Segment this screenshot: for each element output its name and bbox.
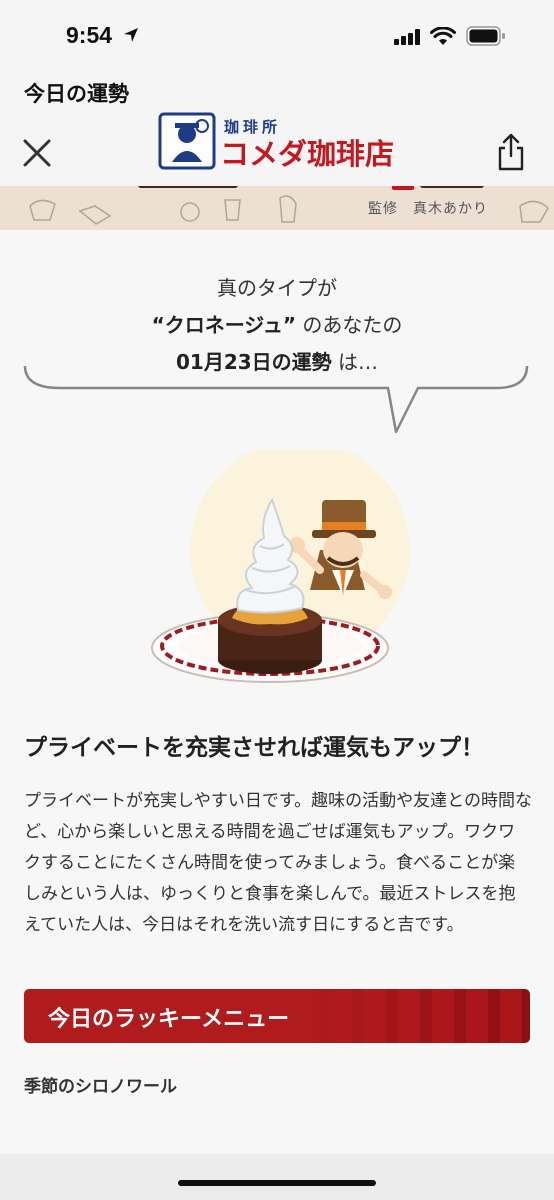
cellular-signal-icon (394, 29, 420, 45)
bottom-safe-area (0, 1154, 554, 1200)
location-arrow-icon (124, 28, 138, 42)
lucky-menu-title: 今日のラッキーメニュー (48, 1007, 290, 1032)
close-icon[interactable] (20, 136, 54, 170)
shiro-noir-illustration (151, 450, 410, 683)
fortune-content: 真のタイプが “クロネージュ” のあなたの 01月23日の運勢 は… プライベー… (0, 230, 554, 1154)
status-bar: 9:54 (0, 0, 554, 64)
page-title: 今日の運勢 (24, 82, 129, 106)
intro-line-2-suffix: のあなたの (296, 313, 403, 337)
logo-subtext: 珈琲所 (224, 118, 281, 136)
speech-bubble-outline (23, 365, 529, 434)
type-name: “クロネージュ” (151, 313, 297, 337)
fortune-banner: 監修 真木あかり (0, 186, 554, 230)
home-indicator[interactable] (178, 1180, 376, 1186)
intro-line-2: “クロネージュ” のあなたの (0, 307, 554, 344)
battery-icon (466, 26, 505, 46)
lucky-menu-header: 今日のラッキーメニュー (24, 989, 530, 1043)
wifi-icon (430, 27, 456, 45)
share-icon[interactable] (494, 132, 528, 172)
app-header: 今日の運勢 珈琲所 コメダ珈琲店 (0, 64, 554, 186)
supervisor-credit: 監修 真木あかり (368, 201, 488, 217)
fortune-body: プライベートが充実しやすい日です。趣味の活動や友達との時間など、心から楽しいと思… (24, 791, 532, 935)
fortune-headline: プライベートを充実させれば運気もアップ！ (24, 735, 484, 761)
status-time: 9:54 (66, 22, 113, 48)
intro-line-1: 真のタイプが (217, 276, 337, 300)
logo-text: コメダ珈琲店 (220, 137, 394, 171)
komeda-logo: 珈琲所 コメダ珈琲店 (158, 112, 394, 171)
lucky-menu-item: 季節のシロノワール (24, 1077, 177, 1097)
